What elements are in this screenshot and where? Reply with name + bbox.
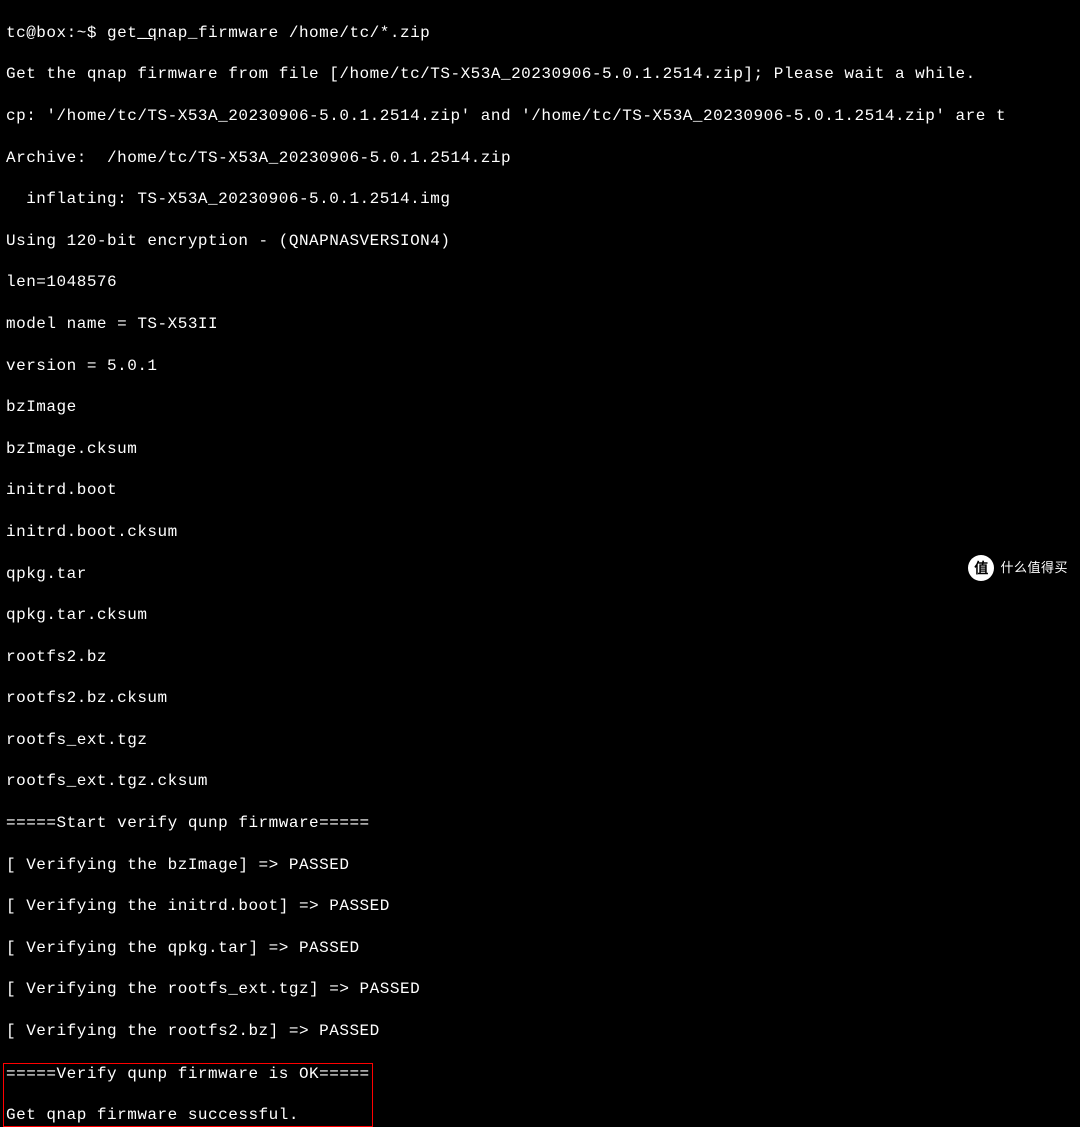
output-line: bzImage bbox=[6, 397, 1074, 418]
output-line: Archive: /home/tc/TS-X53A_20230906-5.0.1… bbox=[6, 148, 1074, 169]
output-line: model name = TS-X53II bbox=[6, 314, 1074, 335]
output-line: Get the qnap firmware from file [/home/t… bbox=[6, 64, 1074, 85]
output-line: [ Verifying the bzImage] => PASSED bbox=[6, 855, 1074, 876]
output-line: rootfs2.bz bbox=[6, 647, 1074, 668]
output-line: inflating: TS-X53A_20230906-5.0.1.2514.i… bbox=[6, 189, 1074, 210]
output-line: qpkg.tar.cksum bbox=[6, 605, 1074, 626]
command-part1: get bbox=[107, 24, 137, 42]
output-line: [ Verifying the qpkg.tar] => PASSED bbox=[6, 938, 1074, 959]
terminal-output: tc@box:~$ get_qnap_firmware /home/tc/*.z… bbox=[6, 2, 1074, 1127]
watermark: 值 什么值得买 bbox=[968, 555, 1068, 581]
highlighted-line: =====Verify qunp firmware is OK===== bbox=[6, 1064, 370, 1085]
output-line: [ Verifying the initrd.boot] => PASSED bbox=[6, 896, 1074, 917]
output-line: Using 120-bit encryption - (QNAPNASVERSI… bbox=[6, 231, 1074, 252]
command-underlined: _q bbox=[137, 24, 157, 42]
output-line: len=1048576 bbox=[6, 272, 1074, 293]
output-line: qpkg.tar bbox=[6, 564, 1074, 585]
shell-prompt: tc@box:~$ bbox=[6, 24, 107, 42]
highlighted-line: Get qnap firmware successful. bbox=[6, 1105, 370, 1126]
output-line: bzImage.cksum bbox=[6, 439, 1074, 460]
success-highlight-box: =====Verify qunp firmware is OK===== Get… bbox=[3, 1063, 373, 1127]
output-line: [ Verifying the rootfs_ext.tgz] => PASSE… bbox=[6, 979, 1074, 1000]
output-line: rootfs_ext.tgz.cksum bbox=[6, 771, 1074, 792]
output-line: =====Start verify qunp firmware===== bbox=[6, 813, 1074, 834]
output-line: initrd.boot.cksum bbox=[6, 522, 1074, 543]
output-line: rootfs_ext.tgz bbox=[6, 730, 1074, 751]
output-line: initrd.boot bbox=[6, 480, 1074, 501]
command-part2: nap_firmware /home/tc/*.zip bbox=[158, 24, 431, 42]
output-line: rootfs2.bz.cksum bbox=[6, 688, 1074, 709]
output-line: version = 5.0.1 bbox=[6, 356, 1074, 377]
output-line: [ Verifying the rootfs2.bz] => PASSED bbox=[6, 1021, 1074, 1042]
command-line[interactable]: tc@box:~$ get_qnap_firmware /home/tc/*.z… bbox=[6, 23, 1074, 44]
output-line: cp: '/home/tc/TS-X53A_20230906-5.0.1.251… bbox=[6, 106, 1074, 127]
watermark-text: 什么值得买 bbox=[1000, 560, 1068, 577]
watermark-icon: 值 bbox=[968, 555, 994, 581]
